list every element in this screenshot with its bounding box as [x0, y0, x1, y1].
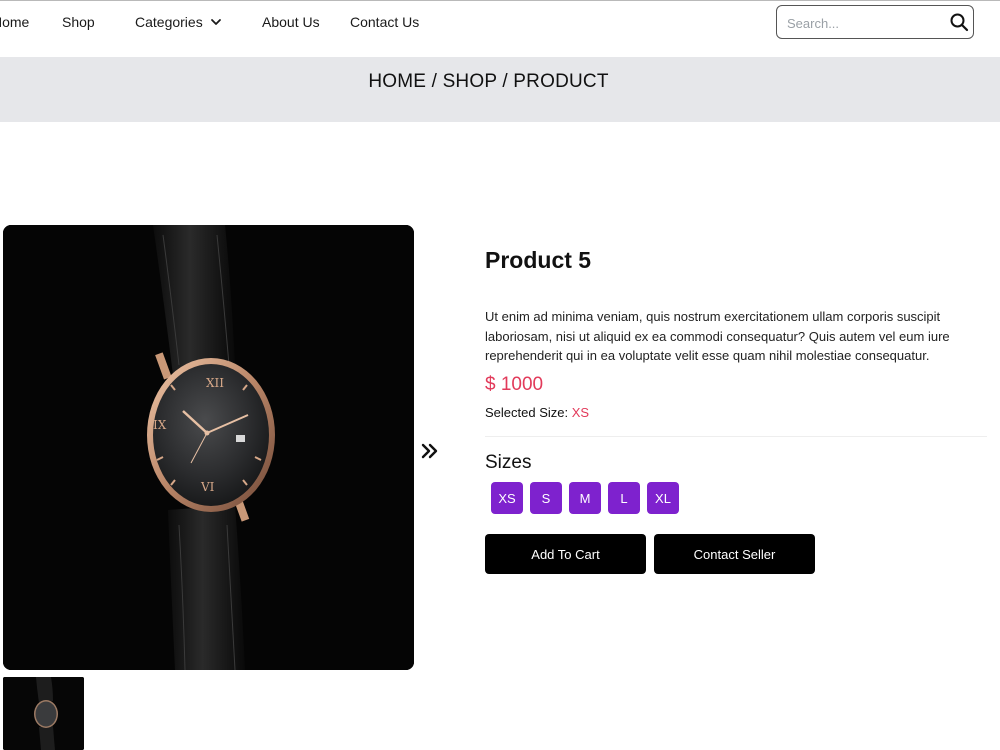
svg-text:IX: IX — [153, 418, 167, 432]
size-button-xl[interactable]: XL — [647, 482, 679, 514]
search-box — [776, 5, 974, 39]
divider — [485, 436, 987, 437]
nav-shop-link[interactable]: Shop — [62, 14, 95, 30]
size-button-m[interactable]: M — [569, 482, 601, 514]
size-button-l[interactable]: L — [608, 482, 640, 514]
product-description: Ut enim ad minima veniam, quis nostrum e… — [485, 309, 950, 363]
contact-seller-button[interactable]: Contact Seller — [654, 534, 815, 574]
size-button-xs[interactable]: XS — [491, 482, 523, 514]
nav-categories-dropdown[interactable]: Categories — [135, 14, 223, 30]
search-input[interactable] — [787, 13, 937, 33]
product-price: $ 1000 — [485, 374, 544, 395]
nav-categories-label: Categories — [135, 14, 203, 30]
product-thumbnail[interactable] — [3, 677, 84, 750]
breadcrumb: HOME / SHOP / PRODUCT — [368, 71, 609, 92]
nav-contact-link[interactable]: Contact Us — [350, 14, 419, 30]
thumbnail-image — [3, 677, 84, 750]
add-to-cart-button[interactable]: Add To Cart — [485, 534, 646, 574]
nav-about-link[interactable]: About Us — [262, 14, 320, 30]
search-icon[interactable] — [949, 12, 969, 32]
sizes-heading: Sizes — [485, 452, 532, 473]
svg-text:VI: VI — [200, 480, 215, 494]
product-main-image: XII VI IX — [3, 225, 414, 670]
selected-size: Selected Size: XS — [485, 405, 589, 420]
nav-home-link[interactable]: Home — [0, 14, 29, 30]
selected-size-label: Selected Size: — [485, 405, 569, 420]
breadcrumb-banner: HOME / SHOP / PRODUCT — [0, 57, 1000, 122]
watch-image: XII VI IX — [3, 225, 414, 670]
size-options: XS S M L XL — [491, 482, 679, 514]
svg-text:XII: XII — [206, 376, 224, 390]
product-title: Product 5 — [485, 247, 592, 273]
top-nav: Home Shop Categories About Us Contact Us — [0, 1, 1000, 57]
selected-size-value: XS — [571, 405, 590, 420]
chevron-down-icon — [210, 19, 221, 25]
double-chevron-right-icon[interactable] — [419, 440, 441, 462]
size-button-s[interactable]: S — [530, 482, 562, 514]
